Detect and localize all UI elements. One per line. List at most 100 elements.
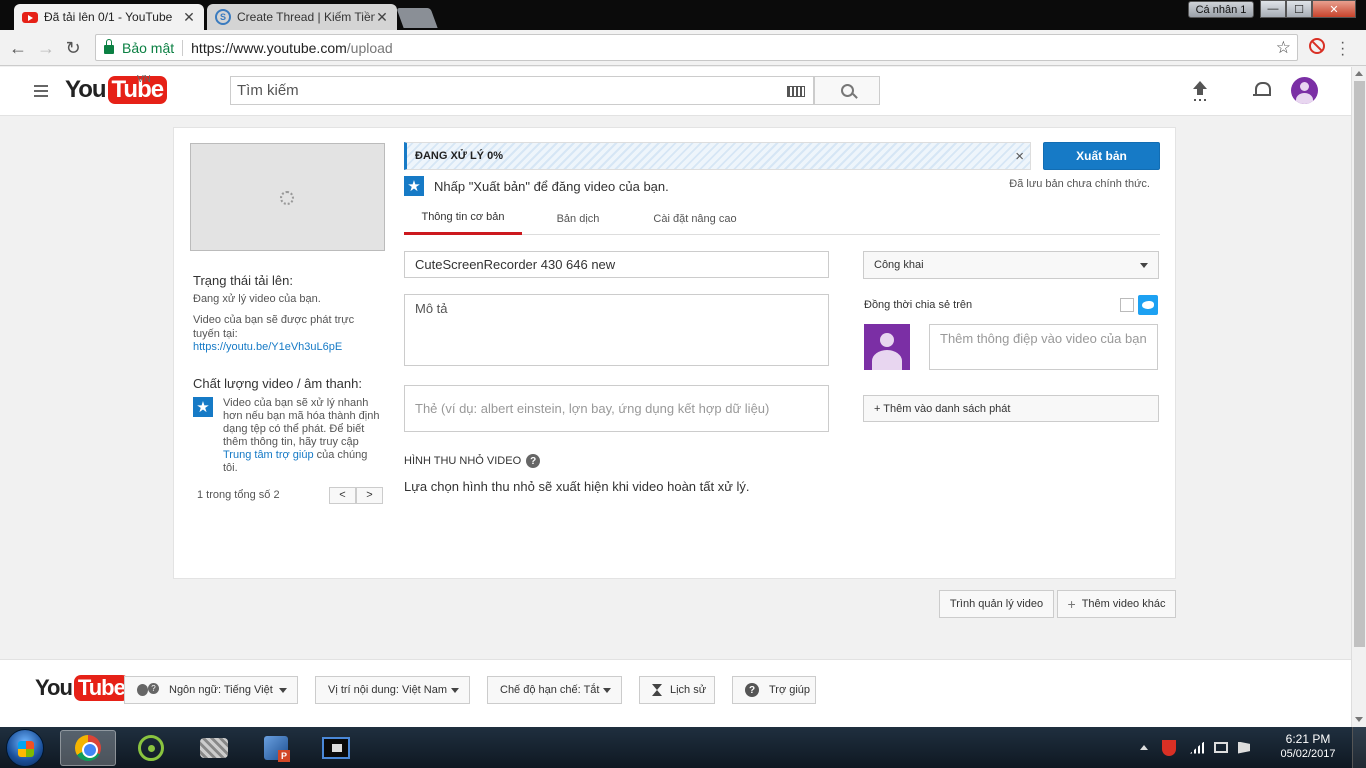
processing-progress-bar: ĐANG XỬ LÝ 0% × [404, 142, 1031, 170]
share-label: Đồng thời chia sẻ trên [864, 299, 973, 311]
restricted-mode-label: Chế độ hạn chế: Tắt [500, 684, 600, 696]
help-icon[interactable]: ? [526, 454, 541, 468]
youtube-logo[interactable]: You Tube VN [65, 74, 168, 104]
profile-button[interactable]: Cá nhân 1 [1188, 1, 1254, 18]
network-icon[interactable] [1214, 742, 1228, 753]
restricted-mode-select[interactable]: Chế độ hạn chế: Tắt [487, 676, 622, 704]
youtube-header: You Tube VN [0, 67, 1351, 116]
location-select[interactable]: Vị trí nội dung: Việt Nam [315, 676, 470, 704]
lock-icon [104, 39, 114, 54]
browser-toolbar: ← → ↻ Bảo mật https://www.youtube.com/up… [0, 30, 1366, 66]
scroll-up-arrow-icon[interactable] [1355, 71, 1363, 76]
browser-menu-icon[interactable]: · · · [1340, 35, 1345, 63]
chrome-icon [75, 735, 101, 761]
footer-youtube-logo[interactable]: You Tube [35, 675, 129, 701]
video-manager-button[interactable]: Trình quản lý video [939, 590, 1054, 618]
tab-youtube-upload[interactable]: Đã tải lên 0/1 - YouTube ✕ [14, 4, 204, 30]
window-controls: — ☐ ✕ [1260, 0, 1356, 18]
taskbar-screen-recorder[interactable] [308, 730, 364, 766]
language-label: Ngôn ngữ: Tiếng Việt [169, 684, 273, 696]
tab-close-icon[interactable]: ✕ [182, 9, 196, 26]
windows-taskbar: 6:21 PM 05/02/2017 [0, 727, 1366, 768]
start-button[interactable] [6, 729, 44, 767]
history-label: Lịch sử [670, 684, 707, 696]
upload-status-text: Đang xử lý video của bạn. [193, 293, 321, 305]
reload-icon[interactable]: ↻ [62, 37, 84, 59]
search-button[interactable] [814, 76, 880, 105]
upload-icon[interactable] [1192, 81, 1208, 101]
chevron-down-icon [603, 688, 611, 693]
antivirus-shield-icon[interactable] [1162, 739, 1176, 756]
forward-arrow-icon[interactable]: → [35, 37, 57, 59]
keyboard-icon[interactable] [787, 86, 805, 97]
tab-create-thread[interactable]: S Create Thread | Kiếm Tiền ✕ [207, 4, 397, 30]
show-desktop-button[interactable] [1352, 727, 1366, 768]
help-label: Trợ giúp [769, 684, 811, 696]
maximize-button[interactable]: ☐ [1286, 0, 1312, 18]
language-select[interactable]: Ngôn ngữ: Tiếng Việt [124, 676, 298, 704]
pager-next-button[interactable]: > [356, 486, 383, 504]
page-scrollbar[interactable] [1351, 67, 1366, 727]
minimize-button[interactable]: — [1260, 0, 1286, 18]
video-link[interactable]: https://youtu.be/Y1eVh3uL6pE [193, 341, 383, 353]
progress-label: ĐANG XỬ LÝ 0% [415, 150, 503, 162]
tab-translations[interactable]: Bản dịch [542, 202, 614, 235]
green-app-icon [138, 735, 164, 761]
description-textarea[interactable] [404, 294, 829, 366]
new-tab-button[interactable] [396, 8, 438, 28]
powerpoint-icon [264, 736, 290, 762]
taskbar-clock[interactable]: 6:21 PM 05/02/2017 [1270, 732, 1346, 762]
scroll-down-arrow-icon[interactable] [1355, 717, 1363, 722]
chevron-down-icon [279, 688, 287, 693]
pager-prev-button[interactable]: < [329, 486, 356, 504]
youtube-footer: You Tube Ngôn ngữ: Tiếng Việt Vị trí nội… [0, 659, 1351, 727]
twitter-icon[interactable] [1138, 295, 1158, 315]
account-avatar[interactable] [1291, 77, 1318, 104]
chevron-down-icon [1140, 263, 1148, 268]
search-input[interactable] [237, 82, 777, 99]
cancel-upload-icon[interactable]: × [1015, 148, 1024, 165]
help-center-link[interactable]: Trung tâm trợ giúp [223, 449, 314, 461]
url-separator [182, 39, 184, 56]
star-icon: ★ [404, 176, 424, 196]
tab-advanced-settings[interactable]: Cài đặt nâng cao [640, 202, 750, 235]
tab-basic-info[interactable]: Thông tin cơ bản [404, 202, 522, 235]
thumbnail-heading: HÌNH THU NHỎ VIDEO ? [404, 454, 541, 468]
privacy-select[interactable]: Công khai [863, 251, 1159, 279]
tags-input[interactable] [404, 385, 829, 432]
tab-title: Create Thread | Kiếm Tiền [237, 10, 375, 24]
share-avatar [864, 324, 910, 370]
scroll-thumb[interactable] [1354, 81, 1365, 647]
blocker-extension-icon[interactable] [1309, 38, 1325, 54]
logo-you: You [35, 675, 73, 700]
video-title-input[interactable] [404, 251, 829, 278]
upload-status-panel: Trạng thái tải lên: Đang xử lý video của… [193, 273, 383, 353]
tab-close-icon[interactable]: ✕ [375, 9, 389, 26]
browser-titlebar: Đã tải lên 0/1 - YouTube ✕ S Create Thre… [0, 0, 1366, 30]
clock-date: 05/02/2017 [1280, 748, 1336, 760]
signal-icon[interactable] [1190, 741, 1204, 754]
share-twitter-checkbox[interactable] [1120, 298, 1134, 312]
notification-bell-icon[interactable] [1253, 81, 1271, 99]
close-window-button[interactable]: ✕ [1312, 0, 1356, 18]
address-bar[interactable]: Bảo mật https://www.youtube.com/upload ☆ [95, 34, 1298, 61]
add-to-playlist-button[interactable]: + Thêm vào danh sách phát [863, 395, 1159, 422]
loading-spinner-icon [280, 191, 294, 205]
taskbar-tools[interactable] [186, 730, 242, 766]
stream-location-text: Video của bạn sẽ được phát trực tuyến tạ… [193, 314, 355, 340]
taskbar-powerpoint[interactable] [248, 730, 304, 766]
help-button[interactable]: ? Trợ giúp [732, 676, 816, 704]
back-arrow-icon[interactable]: ← [7, 37, 29, 59]
taskbar-green-app[interactable] [123, 730, 179, 766]
action-center-flag-icon[interactable] [1238, 741, 1250, 754]
history-button[interactable]: Lịch sử [639, 676, 715, 704]
share-message-textarea[interactable] [929, 324, 1158, 370]
publish-button[interactable]: Xuất bản [1043, 142, 1160, 170]
quality-heading: Chất lượng video / âm thanh: [193, 376, 362, 391]
show-hidden-icons-icon[interactable] [1140, 745, 1148, 750]
bookmark-star-icon[interactable]: ☆ [1276, 38, 1291, 58]
add-more-videos-button[interactable]: + Thêm video khác [1057, 590, 1176, 618]
taskbar-chrome[interactable] [60, 730, 116, 766]
guide-menu-icon[interactable] [34, 85, 48, 97]
upload-card: Trạng thái tải lên: Đang xử lý video của… [173, 127, 1176, 579]
